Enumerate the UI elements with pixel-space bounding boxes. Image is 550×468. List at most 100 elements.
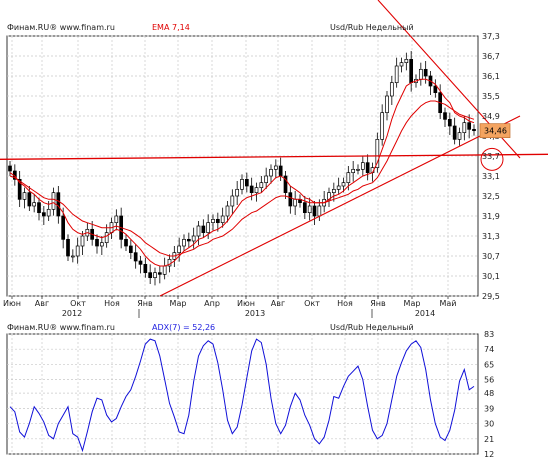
candle-body [447, 118, 452, 127]
candle-body [409, 58, 414, 84]
month-label: Май [439, 299, 456, 308]
candle-body [27, 192, 32, 207]
price-tick-label: 36,7 [482, 52, 500, 61]
candle-body [66, 238, 70, 257]
candle-body [51, 192, 56, 210]
candle-body [269, 168, 273, 177]
price-tick-label: 32,5 [482, 192, 500, 201]
candle-body [70, 255, 75, 258]
price-tick-label: 33,1 [482, 172, 500, 181]
price-tick-label: 31,3 [482, 232, 500, 241]
month-label: Июн [3, 299, 21, 308]
candle-body [80, 235, 85, 247]
adx-tick-label: 21 [484, 435, 494, 444]
candle-body [244, 178, 249, 187]
candle-body [389, 82, 394, 97]
candle-body [302, 202, 307, 214]
month-label: Окт [70, 299, 86, 308]
month-label: Ноя [337, 299, 353, 308]
year-label: 2014 [415, 309, 435, 318]
adx-tick-label: 56 [484, 376, 494, 385]
candle-body [177, 245, 182, 254]
price-tag-label: 34,46 [484, 127, 507, 136]
adx-tick-label: 74 [484, 345, 494, 354]
candle-body [288, 192, 293, 207]
candle-body [153, 272, 157, 279]
candle-body [225, 205, 230, 217]
candle-body [148, 272, 153, 279]
candle-body [128, 245, 133, 254]
month-label: Июн [237, 299, 255, 308]
candle-body [254, 187, 259, 194]
candle-body [37, 202, 41, 214]
candle-body [133, 252, 138, 262]
chart-svg: 37,336,736,135,534,934,333,733,132,531,9… [0, 0, 549, 459]
year-label: 2013 [245, 309, 265, 318]
candle-body [95, 238, 99, 247]
price-tick-label: 34,9 [482, 112, 500, 121]
candle-body [75, 245, 80, 257]
candle-body [293, 198, 298, 207]
candle-body [124, 238, 128, 247]
adx-header-source: Финам.RU® www.finam.ru [7, 323, 115, 332]
candle-body [467, 122, 472, 130]
candle-body [433, 85, 438, 94]
time-axis: Июн Авг Окт Ноя Янв Мар Апр Июн Авг Окт Ноя Янв Мар М… [3, 296, 457, 318]
price-header-indicator: EMA 7,14 [152, 23, 190, 32]
candle-body [346, 172, 351, 184]
adx-header-instrument: Usd/Rub Недельный [330, 323, 414, 332]
price-tick-label: 31,9 [482, 212, 500, 221]
candle-body [443, 112, 447, 120]
candle-body [114, 215, 119, 224]
candle-body [356, 168, 360, 171]
month-label: Ноя [104, 299, 120, 308]
month-label: Мар [170, 299, 187, 308]
candle-body [336, 185, 341, 190]
month-label: Окт [304, 299, 320, 308]
candle-body [143, 263, 148, 274]
candle-body [182, 238, 186, 247]
candle-body [191, 235, 196, 242]
month-label: Янв [137, 299, 153, 308]
candle-body [351, 168, 356, 174]
candle-body [452, 125, 457, 140]
candle-body [341, 182, 346, 187]
candle-body [235, 188, 240, 197]
adx-tick-label: 48 [484, 389, 494, 398]
month-label: Мар [404, 299, 421, 308]
adx-axis: 83 74 65 56 48 39 30 21 12 [484, 330, 494, 459]
candle-body [259, 182, 264, 189]
adx-tick-label: 39 [484, 404, 494, 413]
candle-body [278, 165, 283, 177]
candle-body [41, 212, 46, 217]
price-axis: 37,336,736,135,534,934,333,733,132,531,9… [479, 32, 511, 301]
candle-body [307, 205, 312, 214]
candle-body [201, 225, 206, 234]
candle-body [32, 202, 37, 207]
candle-body [472, 128, 476, 132]
candle-body [61, 215, 66, 240]
price-tick-label: 29,5 [482, 292, 500, 301]
price-tick-label: 30,1 [482, 272, 500, 281]
candle-body [404, 58, 409, 64]
month-label: Авг [271, 299, 285, 308]
candle-body [457, 132, 462, 140]
candle-body [215, 218, 220, 224]
candle-body [196, 225, 201, 237]
candle-body [230, 195, 235, 207]
price-tick-label: 35,5 [482, 92, 500, 101]
price-header-instrument: Usd/Rub Недельный [330, 23, 414, 32]
candle-body [418, 68, 423, 80]
candle-body [206, 222, 211, 234]
candle-body [162, 265, 167, 275]
candle-body [462, 122, 467, 134]
candle-body [317, 205, 322, 217]
candle-body [22, 192, 27, 200]
candle-body [46, 208, 51, 217]
adx-header-indicator: ADX(7) = 52,26 [152, 323, 215, 332]
adx-tick-label: 83 [484, 330, 494, 339]
candle-body [385, 95, 389, 114]
adx-tick-label: 65 [484, 360, 494, 369]
candle-body [56, 192, 61, 217]
candle-body [240, 178, 244, 190]
